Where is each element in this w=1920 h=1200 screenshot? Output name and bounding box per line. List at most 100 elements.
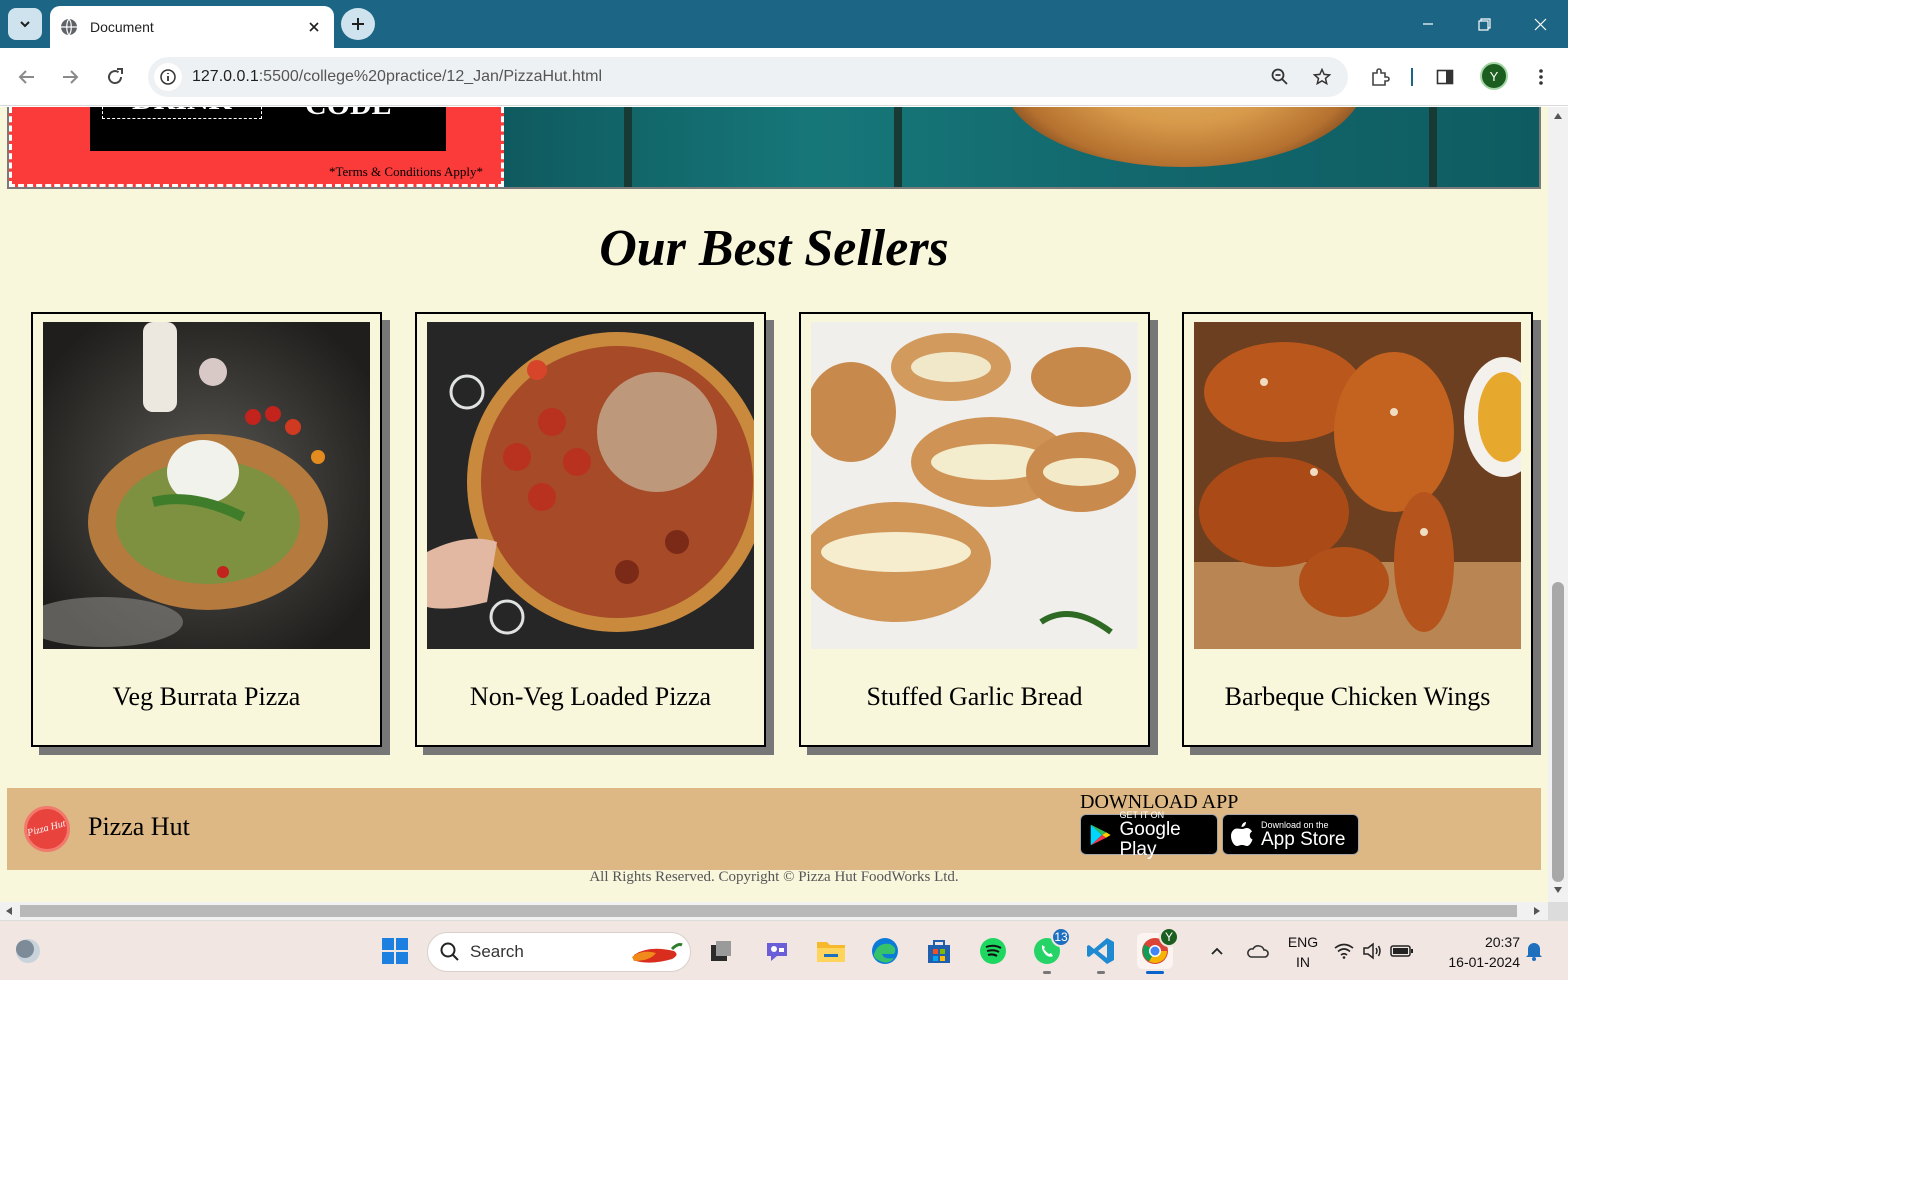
pizza-image <box>1004 107 1364 167</box>
veg-burrata-pizza-image <box>43 322 370 649</box>
bookmark-star-icon[interactable] <box>1308 63 1336 91</box>
extensions-button[interactable] <box>1363 60 1397 94</box>
pizza-hut-logo-icon[interactable]: Pizza Hut <box>24 806 70 852</box>
product-name: Non-Veg Loaded Pizza <box>469 682 712 711</box>
more-vertical-icon <box>1539 69 1543 85</box>
language-indicator[interactable]: ENG IN <box>1283 932 1323 972</box>
google-play-label: Google Play <box>1119 818 1181 860</box>
coupon-drink-text: DRINK <box>102 107 262 119</box>
spotify-icon[interactable] <box>975 933 1011 969</box>
url-text[interactable]: 127.0.0.1:5500/college%20practice/12_Jan… <box>192 68 602 86</box>
terms-text: *Terms & Conditions Apply* <box>328 164 483 179</box>
google-play-icon <box>1090 824 1111 845</box>
arrow-right-icon <box>63 70 79 84</box>
running-indicator <box>1097 971 1105 974</box>
side-panel-button[interactable] <box>1428 60 1462 94</box>
site-footer: Pizza Hut Pizza Hut DOWNLOAD APP GET IT … <box>7 788 1541 870</box>
minimize-icon <box>1423 23 1433 25</box>
close-tab-icon[interactable] <box>304 17 324 37</box>
teams-chat-icon[interactable] <box>759 933 795 969</box>
vertical-scrollbar[interactable] <box>1548 107 1568 902</box>
address-bar[interactable]: 127.0.0.1:5500/college%20practice/12_Jan… <box>148 57 1348 97</box>
product-name: Stuffed Garlic Bread <box>866 682 1083 711</box>
search-icon <box>440 942 459 961</box>
offer-banner: DRINK CODE *Terms & Conditions Apply* <box>7 107 1541 189</box>
battery-icon[interactable] <box>1389 933 1415 969</box>
app-store-button[interactable]: Download on the App Store <box>1222 814 1359 855</box>
product-name: Veg Burrata Pizza <box>112 682 301 711</box>
onedrive-cloud-icon[interactable] <box>1239 933 1275 969</box>
vertical-scroll-thumb[interactable] <box>1552 582 1564 882</box>
coupon-box: DRINK CODE *Terms & Conditions Apply* <box>9 107 504 187</box>
browser-tab-document[interactable]: Document <box>50 6 334 48</box>
wifi-icon[interactable] <box>1333 933 1355 969</box>
show-hidden-icons-chevron-icon[interactable] <box>1199 933 1235 969</box>
plus-icon <box>352 18 364 30</box>
google-play-button[interactable]: GET IT ON Google Play <box>1080 810 1218 859</box>
site-info-icon[interactable] <box>154 63 182 91</box>
page-viewport: DRINK CODE *Terms & Conditions Apply* Ou… <box>0 107 1548 902</box>
running-indicator <box>1043 971 1051 974</box>
microsoft-store-icon[interactable] <box>921 933 957 969</box>
scroll-down-arrow-icon[interactable] <box>1553 886 1563 894</box>
google-play-small-text: GET IT ON <box>1119 809 1165 820</box>
app-store-label: App Store <box>1261 828 1346 850</box>
vscode-icon[interactable] <box>1083 933 1119 974</box>
clock-date: 16-01-2024 <box>1448 954 1520 970</box>
scroll-left-arrow-icon[interactable] <box>5 906 13 916</box>
product-card[interactable]: Non-Veg Loaded Pizza <box>415 312 766 747</box>
scroll-right-arrow-icon[interactable] <box>1533 906 1541 916</box>
running-indicator <box>1146 971 1164 974</box>
product-card[interactable]: Barbeque Chicken Wings <box>1182 312 1533 747</box>
profile-avatar[interactable]: Y <box>1480 62 1508 90</box>
chili-pepper-icon <box>632 943 683 963</box>
region-code: IN <box>1296 954 1310 970</box>
chevron-down-icon <box>20 21 30 28</box>
barbeque-chicken-wings-image <box>1194 322 1521 649</box>
taskbar-search-label: Search <box>470 942 524 961</box>
clock[interactable]: 20:37 16-01-2024 <box>1430 932 1520 972</box>
chrome-taskbar-icon[interactable]: Y <box>1137 927 1179 974</box>
volume-icon[interactable] <box>1361 933 1383 969</box>
whatsapp-icon[interactable]: 13 <box>1029 927 1071 974</box>
new-tab-button[interactable] <box>341 8 375 40</box>
browser-menu-button[interactable] <box>1524 60 1558 94</box>
edge-browser-icon[interactable] <box>867 933 903 969</box>
tab-title: Document <box>90 19 154 35</box>
zoom-icon[interactable] <box>1266 63 1294 91</box>
arrow-left-icon <box>18 70 34 84</box>
product-name: Barbeque Chicken Wings <box>1224 682 1491 711</box>
minimize-window-button[interactable] <box>1400 0 1456 48</box>
windows-taskbar: Search 13 Y ENG IN 20:37 16-01-2024 <box>0 920 1568 980</box>
product-card[interactable]: Stuffed Garlic Bread <box>799 312 1150 747</box>
back-button[interactable] <box>10 60 44 94</box>
close-window-button[interactable] <box>1512 0 1568 48</box>
coupon-code-panel: DRINK CODE <box>90 107 446 151</box>
file-explorer-icon[interactable] <box>813 933 849 969</box>
close-icon <box>1534 18 1546 30</box>
horizontal-scroll-thumb[interactable] <box>20 905 1517 917</box>
forward-button[interactable] <box>53 60 87 94</box>
tab-search-button[interactable] <box>8 8 42 40</box>
notification-bell-icon[interactable] <box>1520 933 1548 969</box>
restore-window-button[interactable] <box>1456 0 1512 48</box>
scrollbar-corner <box>1548 902 1568 920</box>
stuffed-garlic-bread-image <box>811 322 1138 649</box>
toolbar-divider <box>1411 68 1413 86</box>
scroll-up-arrow-icon[interactable] <box>1553 112 1563 120</box>
language-code: ENG <box>1287 934 1319 950</box>
horizontal-scrollbar[interactable] <box>0 902 1548 920</box>
taskbar-search-box[interactable]: Search <box>427 932 691 972</box>
whatsapp-notification-badge: 13 <box>1051 927 1071 947</box>
windows-start-icon[interactable] <box>377 933 413 969</box>
globe-icon <box>60 18 78 36</box>
weather-widget-icon[interactable] <box>10 933 46 969</box>
side-panel-icon <box>1436 69 1454 85</box>
product-card[interactable]: Veg Burrata Pizza <box>31 312 382 747</box>
coupon-code-text: CODE <box>305 107 392 120</box>
footer-brand-name: Pizza Hut <box>88 812 190 841</box>
reload-button[interactable] <box>98 60 132 94</box>
copyright-text: All Rights Reserved. Copyright © Pizza H… <box>589 869 959 885</box>
task-view-icon[interactable] <box>703 933 739 969</box>
logo-text: Pizza Hut <box>26 818 68 839</box>
